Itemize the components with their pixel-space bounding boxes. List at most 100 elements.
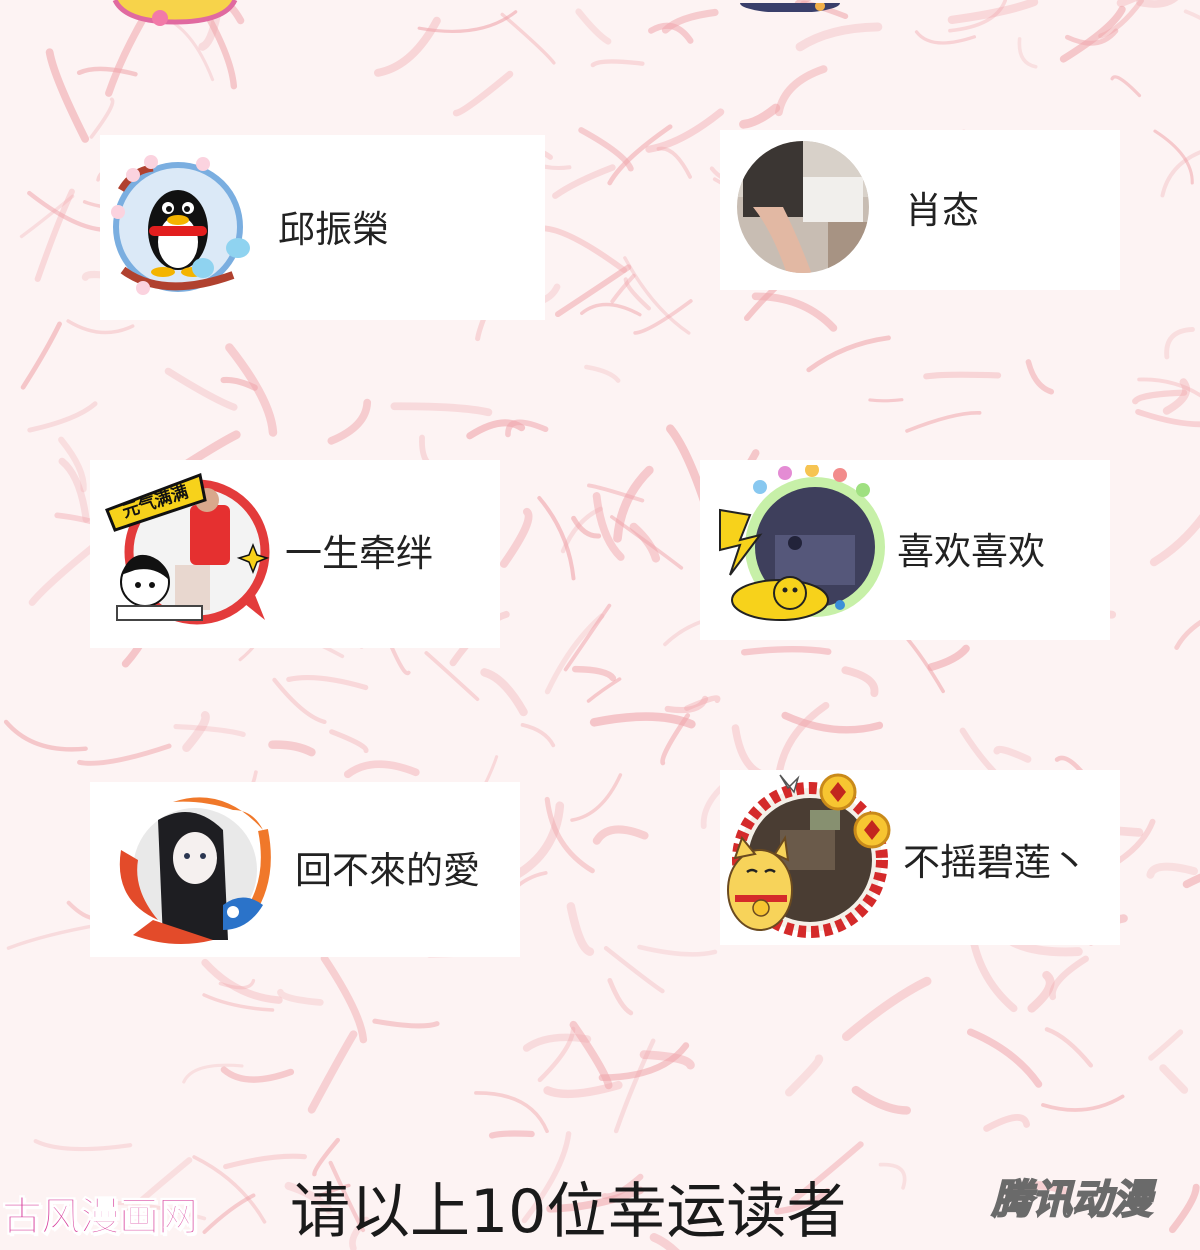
brush-stroke bbox=[329, 729, 369, 754]
caption-text: 请以上10位幸运读者 bbox=[290, 1177, 847, 1247]
brush-stroke bbox=[552, 164, 616, 199]
brush-stroke bbox=[223, 1153, 307, 1170]
reader-name: 不摇碧莲丶 bbox=[903, 841, 1088, 884]
brush-stroke bbox=[89, 97, 115, 139]
brush-stroke bbox=[500, 12, 556, 65]
brush-stroke bbox=[164, 367, 238, 411]
brush-stroke bbox=[648, 22, 694, 44]
brush-stroke bbox=[575, 8, 612, 45]
brush-stroke bbox=[66, 319, 135, 335]
brush-stroke bbox=[1110, 75, 1142, 98]
brush-stroke bbox=[343, 760, 420, 779]
brush-stroke bbox=[307, 1030, 358, 1114]
brush-stroke bbox=[466, 419, 526, 440]
brush-stroke bbox=[202, 1193, 256, 1234]
brush-stroke bbox=[541, 225, 628, 273]
brush-stroke bbox=[841, 976, 932, 1041]
brush-stroke bbox=[320, 954, 368, 1044]
watermark-left: 古风漫画网 bbox=[2, 1194, 199, 1240]
brush-stroke bbox=[592, 825, 649, 845]
brush-stroke bbox=[741, 646, 832, 656]
brush-stroke bbox=[1149, 514, 1200, 567]
brush-stroke bbox=[1183, 9, 1200, 21]
koi-fish-frame-icon bbox=[113, 790, 273, 950]
brush-stroke bbox=[201, 958, 283, 1004]
brush-stroke bbox=[570, 773, 623, 822]
reader-name: 肖态 bbox=[905, 189, 979, 232]
brush-stroke bbox=[1164, 327, 1195, 360]
brush-stroke bbox=[1041, 1094, 1125, 1112]
brush-stroke bbox=[1136, 0, 1179, 8]
brush-stroke bbox=[774, 65, 828, 117]
brush-stroke bbox=[474, 1091, 549, 1134]
brush-stroke bbox=[868, 398, 904, 403]
brush-stroke bbox=[580, 302, 642, 317]
brush-stroke bbox=[1044, 1027, 1093, 1068]
lucky-cat-frame-icon bbox=[720, 770, 895, 945]
yuanqi-manman-frame-icon: 元气满满 bbox=[105, 470, 270, 630]
brush-stroke bbox=[731, 724, 770, 780]
reader-name: 邱振榮 bbox=[278, 208, 389, 251]
brush-stroke bbox=[806, 335, 891, 373]
brush-stroke bbox=[927, 644, 970, 671]
brush-stroke bbox=[637, 944, 718, 957]
pikachu-frame-icon bbox=[715, 465, 885, 635]
brush-stroke bbox=[499, 507, 533, 568]
brush-stroke bbox=[1159, 1064, 1189, 1094]
brush-stroke bbox=[566, 902, 595, 956]
brush-stroke bbox=[45, 48, 90, 143]
brush-stroke bbox=[603, 946, 665, 994]
brush-stroke bbox=[220, 1066, 295, 1083]
brush-stroke bbox=[878, 1162, 907, 1190]
partial-avatar-top-right bbox=[735, 0, 845, 12]
brush-stroke bbox=[20, 321, 62, 390]
brush-stroke bbox=[3, 719, 88, 752]
brush-stroke bbox=[28, 540, 101, 606]
brush-stroke bbox=[452, 70, 514, 117]
qq-penguin-sakura-frame-icon bbox=[103, 150, 253, 300]
brush-stroke bbox=[586, 677, 622, 703]
brush-stroke bbox=[623, 277, 651, 311]
brush-stroke bbox=[572, 665, 617, 682]
reader-name: 一生牵绊 bbox=[285, 532, 433, 575]
brush-stroke bbox=[173, 723, 246, 738]
brush-stroke bbox=[390, 402, 493, 417]
brush-stroke bbox=[589, 712, 696, 729]
brush-stroke bbox=[225, 343, 278, 437]
brush-stroke bbox=[286, 675, 369, 691]
brush-stroke bbox=[372, 1018, 440, 1029]
brush-stroke bbox=[739, 103, 781, 129]
brush-stroke bbox=[6, 922, 104, 950]
brush-stroke bbox=[520, 723, 556, 748]
reader-name: 喜欢喜欢 bbox=[897, 530, 1045, 573]
brush-stroke bbox=[1049, 955, 1089, 1001]
brush-stroke bbox=[1153, 129, 1194, 185]
brush-stroke bbox=[277, 988, 324, 1006]
reader-name: 回不來的愛 bbox=[295, 849, 480, 892]
brush-stroke bbox=[751, 292, 838, 332]
brush-stroke bbox=[77, 743, 172, 766]
brush-stroke bbox=[923, 371, 1002, 380]
brush-stroke bbox=[488, 1130, 535, 1139]
brush-stroke bbox=[785, 1054, 824, 1097]
brush-stroke bbox=[993, 745, 1032, 763]
brush-stroke bbox=[268, 740, 316, 757]
brush-stroke bbox=[584, 364, 621, 383]
brush-stroke bbox=[480, 668, 528, 717]
brush-stroke bbox=[327, 398, 372, 445]
brush-stroke bbox=[1146, 862, 1199, 879]
brush-stroke bbox=[966, 1028, 1043, 1088]
photo-avatar-icon bbox=[733, 137, 873, 277]
brush-stroke bbox=[1017, 37, 1038, 69]
brush-stroke bbox=[182, 711, 210, 753]
brush-stroke bbox=[983, 1114, 1030, 1132]
partial-avatar-top-left bbox=[105, 0, 245, 28]
brush-stroke bbox=[914, 30, 977, 45]
watermark-right: 腾讯动漫 bbox=[991, 1177, 1153, 1223]
brush-stroke bbox=[563, 603, 612, 672]
brush-stroke bbox=[1168, 1183, 1200, 1234]
brush-stroke bbox=[645, 108, 725, 153]
brush-stroke bbox=[33, 1139, 133, 1152]
brush-stroke bbox=[851, 1085, 911, 1115]
brush-stroke bbox=[841, 666, 879, 698]
